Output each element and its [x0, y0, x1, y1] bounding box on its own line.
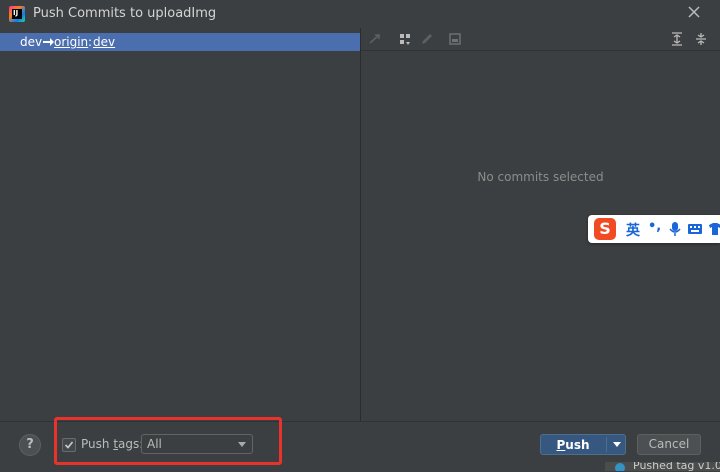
- checkmark-icon: [64, 441, 74, 449]
- ime-toolbar[interactable]: S 英 •,: [588, 215, 720, 243]
- branch-separator: :: [88, 35, 93, 49]
- window-title: Push Commits to uploadImg: [33, 6, 217, 21]
- no-commits-message: No commits selected: [477, 170, 604, 184]
- group-by-icon[interactable]: [397, 31, 413, 47]
- ime-language-toggle[interactable]: 英: [626, 220, 640, 240]
- cherry-pick-icon[interactable]: [367, 31, 383, 47]
- arrow-right-icon: [43, 38, 54, 46]
- edit-icon[interactable]: [419, 31, 435, 47]
- notification-balloon[interactable]: Pushed tag v1.0: [605, 462, 720, 471]
- push-button[interactable]: Push: [540, 434, 626, 455]
- push-tags-select[interactable]: All: [141, 434, 253, 454]
- collapse-all-icon[interactable]: [693, 31, 709, 47]
- local-branch: dev: [20, 35, 43, 49]
- notification-text: Pushed tag v1.0: [633, 462, 720, 471]
- intellij-app-icon: IJ: [9, 6, 25, 22]
- push-button-label: Push: [556, 438, 590, 452]
- push-tags-selected-value: All: [147, 437, 162, 451]
- remote-branch-link[interactable]: dev: [93, 33, 115, 51]
- keyboard-icon[interactable]: [688, 221, 702, 237]
- help-button[interactable]: ?: [19, 434, 41, 456]
- preview-diff-icon[interactable]: [447, 31, 463, 47]
- branch-row-dev[interactable]: dev origin : dev: [0, 33, 360, 51]
- info-icon: [615, 463, 625, 471]
- push-tags-label[interactable]: Push tags:: [81, 437, 143, 451]
- expand-all-icon[interactable]: [669, 31, 685, 47]
- skin-icon[interactable]: [708, 221, 720, 237]
- close-icon: [688, 6, 700, 18]
- ime-punctuation-toggle[interactable]: •,: [648, 219, 661, 234]
- title-bar: IJ Push Commits to uploadImg: [0, 0, 720, 28]
- push-options-chevron-down-icon[interactable]: [613, 442, 621, 447]
- chevron-down-icon: [238, 442, 246, 447]
- push-button-divider: [606, 437, 607, 452]
- cancel-button[interactable]: Cancel: [637, 434, 701, 455]
- commits-tree-pane[interactable]: dev origin : dev: [0, 28, 361, 421]
- close-button[interactable]: [686, 4, 702, 20]
- push-tags-checkbox[interactable]: [62, 438, 76, 452]
- details-toolbar: [361, 28, 720, 51]
- microphone-icon[interactable]: [668, 221, 682, 237]
- remote-name-link[interactable]: origin: [54, 33, 88, 51]
- sogou-logo-icon[interactable]: S: [594, 218, 616, 240]
